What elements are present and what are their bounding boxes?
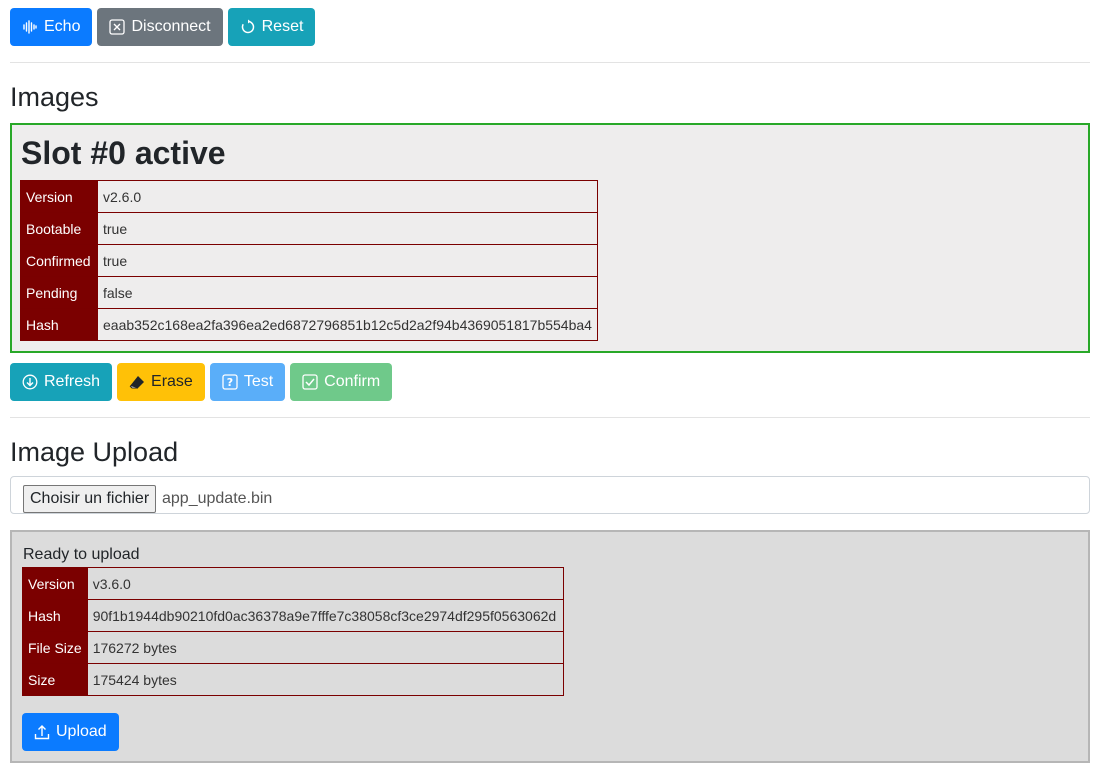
row-value: 176272 bytes (86, 631, 565, 664)
upload-info-table: Version v3.6.0 Hash 90f1b1944db90210fd0a… (22, 567, 565, 696)
row-key: Hash (20, 308, 98, 341)
slot-actions: Refresh Erase ? Test Confirm (10, 363, 393, 401)
image-upload-heading: Image Upload (10, 437, 179, 467)
row-value: 175424 bytes (86, 663, 565, 696)
row-key: Bootable (20, 212, 98, 245)
row-key: Hash (22, 599, 88, 632)
row-key: Version (20, 180, 98, 213)
row-key: Version (22, 567, 88, 600)
file-input[interactable]: Choisir un fichier app_update.bin (10, 476, 1090, 514)
table-row: Hash 90f1b1944db90210fd0ac36378a9e7fffe7… (22, 599, 565, 632)
audio-wave-icon (22, 19, 38, 35)
eraser-icon (129, 374, 145, 390)
upload-button-label: Upload (56, 723, 107, 740)
row-value: v3.6.0 (86, 567, 565, 600)
table-row: Pending false (20, 276, 598, 309)
divider (10, 62, 1090, 63)
top-toolbar: Echo Disconnect Reset (10, 8, 316, 46)
refresh-button-label: Refresh (44, 373, 101, 390)
refresh-button[interactable]: Refresh (10, 363, 113, 401)
close-square-icon (109, 19, 126, 35)
table-row: Hash eaab352c168ea2fa396ea2ed6872796851b… (20, 308, 598, 341)
upload-panel: Ready to upload Version v3.6.0 Hash 90f1… (10, 530, 1090, 763)
upload-status: Ready to upload (23, 546, 140, 563)
row-key: Confirmed (20, 244, 98, 277)
choose-file-button[interactable]: Choisir un fichier (23, 485, 157, 513)
rotate-icon (240, 19, 256, 35)
confirm-button[interactable]: Confirm (290, 363, 393, 401)
row-value: true (97, 244, 598, 277)
table-row: Version v3.6.0 (22, 567, 565, 600)
table-row: File Size 176272 bytes (22, 631, 565, 664)
table-row: Size 175424 bytes (22, 663, 565, 696)
upload-button[interactable]: Upload (22, 713, 119, 751)
slot-card: Slot #0 active Version v2.6.0 Bootable t… (10, 123, 1090, 353)
disconnect-button[interactable]: Disconnect (97, 8, 223, 46)
echo-button-label: Echo (44, 18, 81, 35)
disconnect-button-label: Disconnect (131, 18, 211, 35)
row-key: Pending (20, 276, 98, 309)
arrow-down-circle-icon (22, 374, 38, 390)
row-value: false (97, 276, 598, 309)
confirm-button-label: Confirm (324, 373, 381, 390)
erase-button-label: Erase (151, 373, 193, 390)
row-value: 90f1b1944db90210fd0ac36378a9e7fffe7c3805… (86, 599, 565, 632)
images-heading: Images (10, 82, 99, 112)
reset-button-label: Reset (261, 18, 304, 35)
row-value: v2.6.0 (97, 180, 598, 213)
slot-title: Slot #0 active (21, 135, 226, 171)
question-square-icon: ? (222, 374, 238, 390)
erase-button[interactable]: Erase (117, 363, 205, 401)
divider (10, 417, 1090, 418)
check-square-icon (302, 374, 318, 390)
test-button-label: Test (243, 373, 274, 390)
table-row: Bootable true (20, 212, 598, 245)
table-row: Version v2.6.0 (20, 180, 598, 213)
table-row: Confirmed true (20, 244, 598, 277)
selected-file-name: app_update.bin (162, 490, 273, 507)
echo-button[interactable]: Echo (10, 8, 93, 46)
row-value: true (97, 212, 598, 245)
reset-button[interactable]: Reset (227, 8, 316, 46)
test-button[interactable]: ? Test (209, 363, 286, 401)
row-key: Size (22, 663, 88, 696)
slot-info-table: Version v2.6.0 Bootable true Confirmed t… (20, 180, 598, 341)
row-value: eaab352c168ea2fa396ea2ed6872796851b12c5d… (97, 308, 598, 341)
svg-text:?: ? (227, 376, 233, 389)
upload-icon (34, 724, 50, 740)
row-key: File Size (22, 631, 88, 664)
